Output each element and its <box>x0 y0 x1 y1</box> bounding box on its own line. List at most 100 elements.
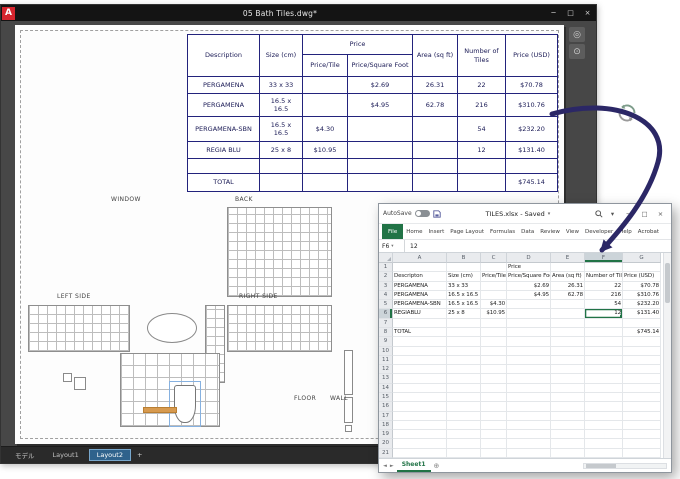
cell-C1[interactable] <box>481 263 507 273</box>
cell-B1[interactable] <box>447 263 481 273</box>
cell-A15[interactable] <box>393 392 447 403</box>
cell-G18[interactable] <box>623 420 661 431</box>
cell-B11[interactable] <box>447 355 481 366</box>
cell-D16[interactable] <box>507 402 551 412</box>
cell-A2[interactable]: Descripton <box>393 272 447 282</box>
name-box[interactable]: F6 ▾ <box>379 240 405 252</box>
cell-C8[interactable] <box>481 327 507 338</box>
cell-D5[interactable] <box>507 300 551 310</box>
autocad-minimize-button[interactable]: ─ <box>545 5 562 21</box>
cell-D9[interactable] <box>507 337 551 347</box>
cell-C11[interactable] <box>481 355 507 366</box>
cell-A19[interactable] <box>393 430 447 440</box>
cell-F17[interactable] <box>585 411 623 421</box>
cell-C20[interactable] <box>481 439 507 449</box>
cell-F6[interactable]: 12 <box>585 309 623 319</box>
tab-layout1[interactable]: Layout1 <box>45 449 87 461</box>
cell-A5[interactable]: PERGAMENA-SBN <box>393 300 447 310</box>
scrollbar-thumb[interactable] <box>586 463 616 468</box>
cell-F18[interactable] <box>585 420 623 431</box>
cell-G4[interactable]: $310.76 <box>623 290 661 301</box>
cell-B7[interactable] <box>447 318 481 328</box>
row-header-10[interactable]: 10 <box>379 346 393 356</box>
cell-F20[interactable] <box>585 439 623 449</box>
cell-G6[interactable]: $131.40 <box>623 309 661 319</box>
cell-A18[interactable] <box>393 420 447 431</box>
cell-G3[interactable]: $70.78 <box>623 281 661 291</box>
sheet-nav-prev-icon[interactable]: ◄ <box>383 463 387 469</box>
cell-E4[interactable]: 62.78 <box>551 290 585 301</box>
cell-E14[interactable] <box>551 383 585 393</box>
tab-model[interactable]: モデル <box>7 448 43 462</box>
cell-A13[interactable] <box>393 374 447 384</box>
row-header-5[interactable]: 5 <box>379 300 393 310</box>
cell-F4[interactable]: 216 <box>585 290 623 301</box>
ribbon-tab-developer[interactable]: Developer <box>582 224 616 239</box>
row-header-15[interactable]: 15 <box>379 392 393 403</box>
cell-A21[interactable] <box>393 448 447 458</box>
cell-G5[interactable]: $232.20 <box>623 300 661 310</box>
cell-B6[interactable]: 25 x 8 <box>447 309 481 319</box>
cell-A11[interactable] <box>393 355 447 366</box>
cell-D13[interactable] <box>507 374 551 384</box>
cell-E2[interactable]: Area (sq ft) <box>551 272 585 282</box>
cell-C16[interactable] <box>481 402 507 412</box>
cell-G1[interactable] <box>623 263 661 273</box>
cell-B10[interactable] <box>447 346 481 356</box>
cell-B12[interactable] <box>447 365 481 375</box>
cell-A3[interactable]: PERGAMENA <box>393 281 447 291</box>
row-header-21[interactable]: 21 <box>379 448 393 458</box>
cell-D14[interactable] <box>507 383 551 393</box>
save-icon[interactable] <box>432 209 441 218</box>
cell-B13[interactable] <box>447 374 481 384</box>
cell-B5[interactable]: 16.5 x 16.5 <box>447 300 481 310</box>
cell-F13[interactable] <box>585 374 623 384</box>
add-sheet-button[interactable]: ⊕ <box>434 462 440 470</box>
cell-B14[interactable] <box>447 383 481 393</box>
column-header-F[interactable]: F <box>585 253 623 263</box>
column-header-C[interactable]: C <box>481 253 507 263</box>
cell-G8[interactable]: $745.14 <box>623 327 661 338</box>
cell-E19[interactable] <box>551 430 585 440</box>
autocad-close-button[interactable]: × <box>579 5 596 21</box>
cell-F14[interactable] <box>585 383 623 393</box>
cell-G21[interactable] <box>623 448 661 458</box>
ribbon-tab-formulas[interactable]: Formulas <box>487 224 518 239</box>
column-header-G[interactable]: G <box>623 253 661 263</box>
ribbon-tab-insert[interactable]: Insert <box>425 224 447 239</box>
ribbon-tab-file[interactable]: File <box>382 224 404 239</box>
cell-E6[interactable] <box>551 309 585 319</box>
cell-D4[interactable]: $4.95 <box>507 290 551 301</box>
cell-E9[interactable] <box>551 337 585 347</box>
cell-C9[interactable] <box>481 337 507 347</box>
cell-B19[interactable] <box>447 430 481 440</box>
cell-G13[interactable] <box>623 374 661 384</box>
cell-G16[interactable] <box>623 402 661 412</box>
cell-A8[interactable]: TOTAL <box>393 327 447 338</box>
row-header-7[interactable]: 7 <box>379 318 393 328</box>
cell-C7[interactable] <box>481 318 507 328</box>
cell-F3[interactable]: 22 <box>585 281 623 291</box>
horizontal-scrollbar[interactable] <box>583 462 667 469</box>
cell-E17[interactable] <box>551 411 585 421</box>
cell-A9[interactable] <box>393 337 447 347</box>
cell-G14[interactable] <box>623 383 661 393</box>
row-header-1[interactable]: 1 <box>379 263 393 273</box>
row-header-3[interactable]: 3 <box>379 281 393 291</box>
cell-F2[interactable]: Number of Tiles <box>585 272 623 282</box>
cell-E8[interactable] <box>551 327 585 338</box>
cell-B15[interactable] <box>447 392 481 403</box>
cell-E10[interactable] <box>551 346 585 356</box>
cell-B17[interactable] <box>447 411 481 421</box>
row-header-18[interactable]: 18 <box>379 420 393 431</box>
cell-B3[interactable]: 33 x 33 <box>447 281 481 291</box>
cell-C6[interactable]: $10.95 <box>481 309 507 319</box>
row-header-13[interactable]: 13 <box>379 374 393 384</box>
ribbon-tab-data[interactable]: Data <box>518 224 537 239</box>
cell-C12[interactable] <box>481 365 507 375</box>
cell-C4[interactable] <box>481 290 507 301</box>
cell-E20[interactable] <box>551 439 585 449</box>
cell-A17[interactable] <box>393 411 447 421</box>
cell-F7[interactable] <box>585 318 623 328</box>
select-all-corner[interactable] <box>379 253 393 263</box>
